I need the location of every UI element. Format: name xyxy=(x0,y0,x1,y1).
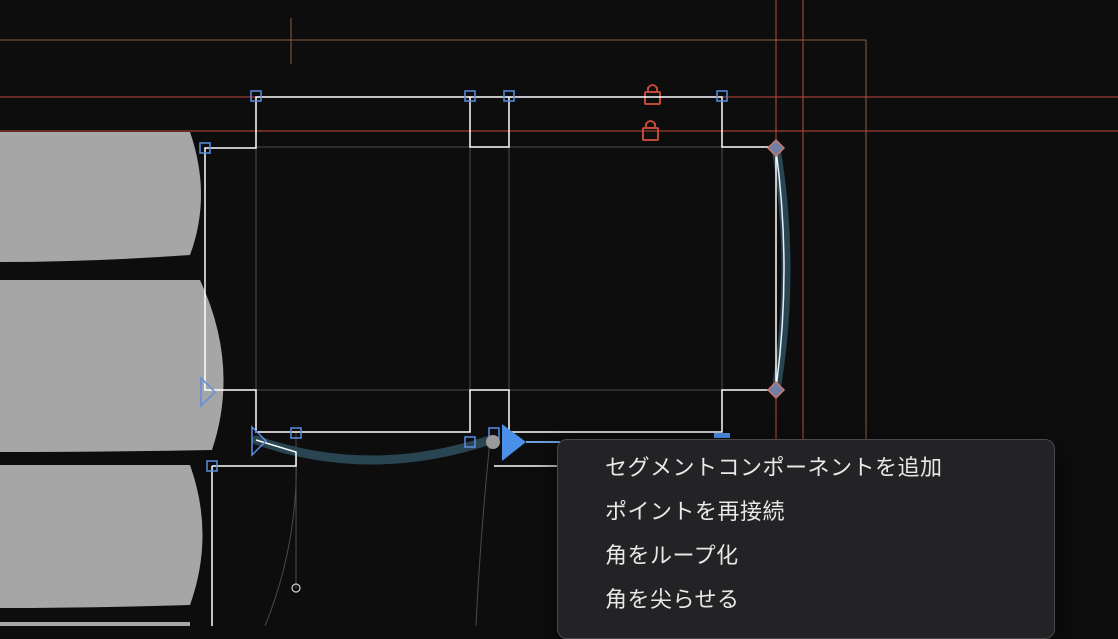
context-menu: セグメントコンポーネントを追加 ポイントを再接続 角をループ化 角を尖らせる xyxy=(557,439,1055,639)
neighbor-glyph-shape[interactable] xyxy=(0,465,203,608)
neighbor-glyph-shape[interactable] xyxy=(0,280,224,452)
node-handles[interactable] xyxy=(714,433,730,438)
selected-node[interactable] xyxy=(486,435,500,449)
lock-icon[interactable] xyxy=(644,84,661,105)
neighbor-glyph-shape[interactable] xyxy=(0,622,190,626)
point-direction-arrow-icon[interactable] xyxy=(502,424,526,461)
menu-item-sharpen-corner[interactable]: 角を尖らせる xyxy=(558,586,1054,630)
menu-item-add-segment-component[interactable]: セグメントコンポーネントを追加 xyxy=(558,454,1054,498)
node-handles[interactable] xyxy=(199,90,728,472)
glyph-edit-canvas[interactable]: セグメントコンポーネントを追加 ポイントを再接続 角をループ化 角を尖らせる xyxy=(0,0,1118,639)
neighbor-glyph-shape[interactable] xyxy=(0,132,201,262)
menu-item-loop-corner[interactable]: 角をループ化 xyxy=(558,542,1054,586)
glyph-outline-path[interactable] xyxy=(211,439,557,626)
menu-item-reconnect-points[interactable]: ポイントを再接続 xyxy=(558,498,1054,542)
